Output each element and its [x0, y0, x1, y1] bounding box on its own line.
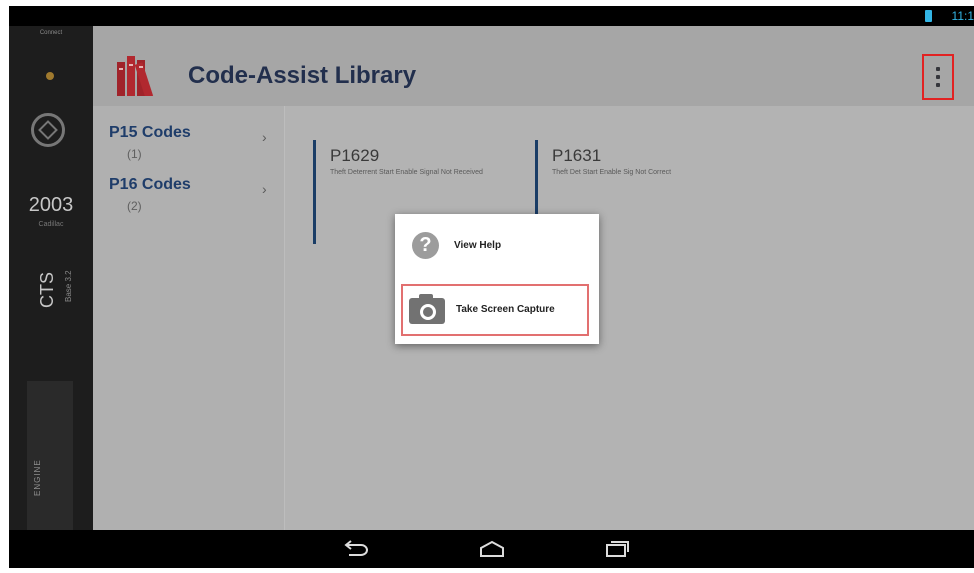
overflow-menu-button[interactable] [922, 54, 954, 100]
cadillac-logo-icon [31, 113, 65, 147]
status-time: 11:1 [951, 9, 974, 23]
engine-tab-label: ENGINE [33, 459, 42, 496]
overflow-menu-icon [936, 83, 940, 87]
take-screen-capture-menu-item[interactable]: Take Screen Capture [401, 284, 589, 336]
code-group-count: (2) [127, 199, 142, 213]
back-icon[interactable] [341, 539, 369, 559]
library-books-icon [117, 56, 154, 96]
take-screen-capture-label: Take Screen Capture [456, 304, 555, 315]
tablet-screen: 11:1 Connect 2003 Cadillac CTS Base 3.2 E… [9, 6, 974, 568]
chevron-right-icon: › [262, 129, 267, 145]
code-description: Theft Deterrent Start Enable Signal Not … [330, 169, 483, 176]
battery-icon [925, 10, 932, 22]
recent-apps-icon[interactable] [603, 539, 631, 559]
navigation-bar [9, 530, 974, 568]
code-group-title: P15 Codes [109, 124, 191, 141]
overflow-menu-icon [936, 75, 940, 79]
code-card-p1631[interactable]: P1631 Theft Det Start Enable Sig Not Cor… [535, 140, 738, 218]
code-number: P1631 [552, 146, 602, 165]
home-icon[interactable] [478, 539, 506, 559]
vehicle-make: Cadillac [38, 221, 64, 228]
view-help-menu-item[interactable]: ? View Help [395, 214, 599, 278]
vehicle-side-panel: Connect 2003 Cadillac CTS Base 3.2 ENGINE [9, 26, 93, 541]
connection-status-indicator [46, 72, 54, 80]
code-group-title: P16 Codes [109, 176, 191, 193]
help-icon: ? [412, 232, 439, 259]
action-bar: Code-Assist Library [93, 26, 974, 106]
status-bar: 11:1 [9, 6, 974, 26]
connection-label: Connect [39, 30, 63, 36]
code-group-count: (1) [127, 147, 142, 161]
code-number: P1629 [330, 146, 380, 165]
code-group-list: P15 Codes (1) › P16 Codes (2) › [93, 106, 285, 530]
view-help-label: View Help [454, 240, 502, 251]
overflow-menu-icon [936, 67, 940, 71]
vehicle-year: 2003 [28, 194, 74, 216]
overflow-popup-menu: ? View Help Take Screen Capture [395, 214, 599, 344]
vehicle-model-group: CTS Base 3.2 [37, 252, 76, 308]
vehicle-engine-size: Base 3.2 [64, 270, 73, 302]
code-group-item-p16[interactable]: P16 Codes (2) › [109, 176, 281, 218]
engine-tab[interactable]: ENGINE [27, 381, 73, 541]
app-title: Code-Assist Library [188, 62, 417, 89]
vehicle-model: CTS [37, 272, 57, 308]
chevron-right-icon: › [262, 181, 267, 197]
code-list: P1629 Theft Deterrent Start Enable Signa… [285, 106, 974, 530]
code-description: Theft Det Start Enable Sig Not Correct [552, 169, 672, 176]
camera-icon [409, 294, 445, 324]
code-group-item-p15[interactable]: P15 Codes (1) › [109, 124, 281, 166]
